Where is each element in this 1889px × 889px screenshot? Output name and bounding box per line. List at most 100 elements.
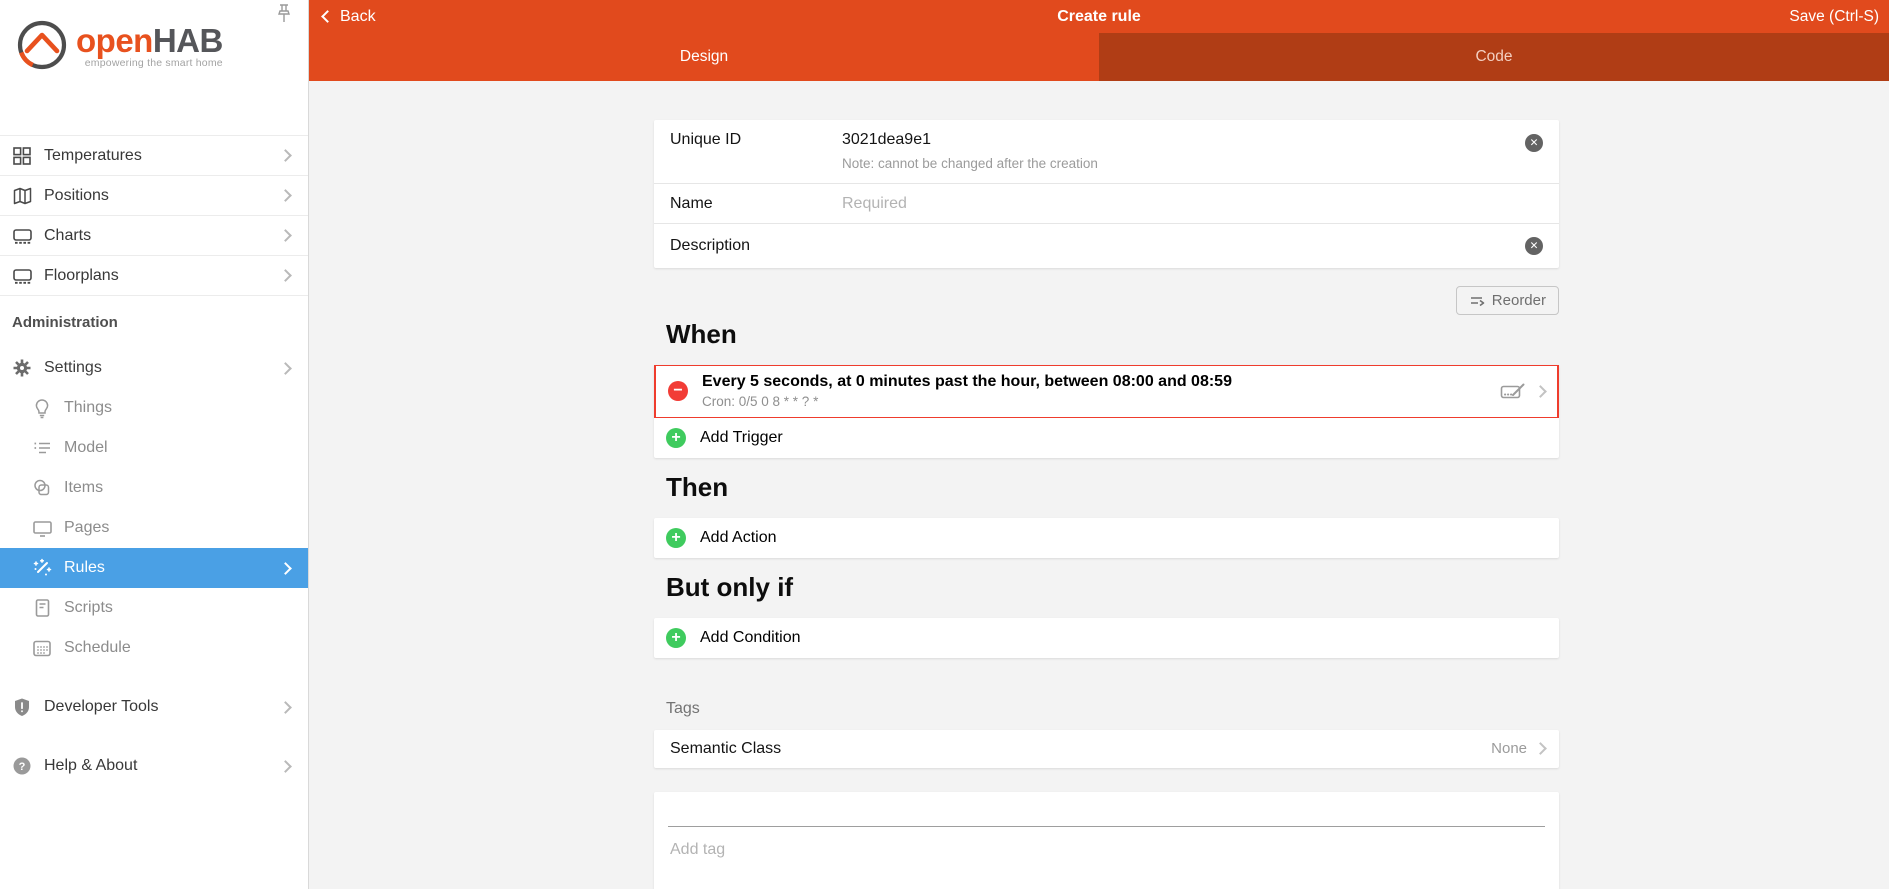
page-content: Unique ID 3021dea9e1 Note: cannot be cha… <box>309 81 1889 889</box>
chevron-right-icon <box>279 269 292 282</box>
unique-id-value[interactable]: 3021dea9e1 <box>842 131 1098 149</box>
then-heading: Then <box>666 471 729 502</box>
name-label: Name <box>670 194 713 212</box>
sidebar-item-label: Developer Tools <box>44 698 159 715</box>
sidebar: openHAB empowering the smart home Temper… <box>0 0 309 889</box>
pushpin-icon[interactable] <box>274 3 294 25</box>
chevron-left-icon <box>321 10 334 23</box>
shapes-icon <box>30 477 54 499</box>
add-tag-input[interactable]: Add tag <box>654 827 1559 859</box>
reorder-button[interactable]: Reorder <box>1455 286 1559 315</box>
sidebar-item-developer-tools[interactable]: Developer Tools <box>0 687 308 727</box>
question-circle-icon: ? <box>10 755 34 777</box>
chevron-right-icon <box>1534 385 1547 398</box>
plus-icon: + <box>666 427 686 448</box>
unique-id-label: Unique ID <box>670 131 742 148</box>
add-condition-label: Add Condition <box>700 628 801 646</box>
add-action-label: Add Action <box>700 528 777 546</box>
tag-chips-area <box>654 792 1559 826</box>
name-input[interactable]: Required <box>842 195 907 213</box>
chevron-right-icon <box>1534 742 1547 756</box>
board-icon <box>10 265 34 287</box>
sidebar-item-things[interactable]: Things <box>0 388 308 428</box>
sidebar-item-schedule[interactable]: Schedule <box>0 628 308 668</box>
gear-icon <box>10 357 34 379</box>
tab-design[interactable]: Design <box>309 33 1099 81</box>
sidebar-item-scripts[interactable]: Scripts <box>0 588 308 628</box>
semantic-class-value: None <box>1491 740 1527 758</box>
sidebar-item-settings[interactable]: Settings <box>0 348 308 388</box>
sidebar-item-pages[interactable]: Pages <box>0 508 308 548</box>
add-condition-button[interactable]: + Add Condition <box>654 618 1559 658</box>
when-card: − Every 5 seconds, at 0 minutes past the… <box>654 365 1559 458</box>
description-row: Description ✕ <box>654 224 1559 268</box>
svg-text:?: ? <box>19 761 26 773</box>
top-navbar: Back Create rule Save (Ctrl-S) <box>309 0 1889 33</box>
add-trigger-label: Add Trigger <box>700 428 783 446</box>
trigger-item[interactable]: − Every 5 seconds, at 0 minutes past the… <box>654 365 1559 418</box>
chevron-right-icon <box>279 759 292 773</box>
back-button[interactable]: Back <box>309 8 376 26</box>
sidebar-item-positions[interactable]: Positions <box>0 176 308 216</box>
document-icon <box>30 597 54 619</box>
semantic-class-label: Semantic Class <box>670 739 782 757</box>
tab-code[interactable]: Code <box>1099 33 1889 81</box>
logo-word-open: open <box>76 22 153 59</box>
openhab-logo-icon <box>17 20 67 70</box>
sidebar-item-label: Temperatures <box>44 146 142 164</box>
clear-description-icon[interactable]: ✕ <box>1525 237 1543 255</box>
reorder-label: Reorder <box>1491 292 1546 309</box>
tags-input-card: Add tag <box>654 791 1559 889</box>
sidebar-item-temperatures[interactable]: Temperatures <box>0 136 308 176</box>
add-trigger-button[interactable]: + Add Trigger <box>654 418 1559 458</box>
monitor-icon <box>30 517 54 539</box>
sidebar-item-items[interactable]: Items <box>0 468 308 508</box>
clear-unique-id-icon[interactable]: ✕ <box>1525 134 1543 152</box>
semantic-class-row[interactable]: Semantic Class None <box>654 730 1559 768</box>
chevron-right-icon <box>279 361 292 375</box>
unique-id-field[interactable]: 3021dea9e1 Note: cannot be changed after… <box>842 131 1098 171</box>
sidebar-section-administration: Administration <box>12 313 118 331</box>
chevron-right-icon <box>279 561 292 575</box>
list-icon <box>30 437 54 459</box>
back-label: Back <box>340 7 376 25</box>
sidebar-item-label: Settings <box>44 359 102 376</box>
sidebar-item-label: Things <box>64 399 113 416</box>
shield-exclamation-icon <box>10 696 34 718</box>
but-only-if-heading: But only if <box>666 571 794 602</box>
sidebar-item-model[interactable]: Model <box>0 428 308 468</box>
description-label: Description <box>670 237 751 254</box>
plus-icon: + <box>666 527 686 548</box>
unique-id-note: Note: cannot be changed after the creati… <box>842 156 1098 171</box>
save-button[interactable]: Save (Ctrl-S) <box>1789 8 1879 26</box>
sidebar-item-charts[interactable]: Charts <box>0 216 308 256</box>
page-title: Create rule <box>1057 7 1141 25</box>
sidebar-item-label: Floorplans <box>44 266 119 284</box>
chevron-right-icon <box>279 700 292 714</box>
sidebar-item-label: Scripts <box>64 599 113 616</box>
edit-icon[interactable] <box>1500 382 1526 400</box>
chevron-right-icon <box>279 149 292 162</box>
logo-word-hab: HAB <box>152 22 224 59</box>
reorder-icon <box>1470 296 1485 306</box>
tab-bar: Design Code <box>309 33 1889 81</box>
main-area: Back Create rule Save (Ctrl-S) Design Co… <box>309 0 1889 889</box>
chevron-right-icon <box>279 229 292 242</box>
sidebar-item-floorplans[interactable]: Floorplans <box>0 256 308 296</box>
when-heading: When <box>666 319 737 349</box>
openhab-logo: openHAB empowering the smart home <box>14 16 223 74</box>
then-card: + Add Action <box>654 517 1559 558</box>
sidebar-item-label: Items <box>64 479 104 496</box>
logo-tagline: empowering the smart home <box>84 57 223 69</box>
sidebar-item-label: Positions <box>44 186 109 204</box>
remove-trigger-icon[interactable]: − <box>668 381 688 402</box>
magic-wand-icon <box>30 557 54 579</box>
add-action-button[interactable]: + Add Action <box>654 518 1559 558</box>
sidebar-item-rules[interactable]: Rules <box>0 548 308 588</box>
chevron-right-icon <box>279 189 292 202</box>
sidebar-item-label: Schedule <box>64 639 131 656</box>
sidebar-item-help-about[interactable]: ? Help & About <box>0 746 308 786</box>
grid-icon <box>10 145 34 167</box>
trigger-title: Every 5 seconds, at 0 minutes past the h… <box>702 373 1232 390</box>
name-row: Name Required <box>654 184 1559 224</box>
